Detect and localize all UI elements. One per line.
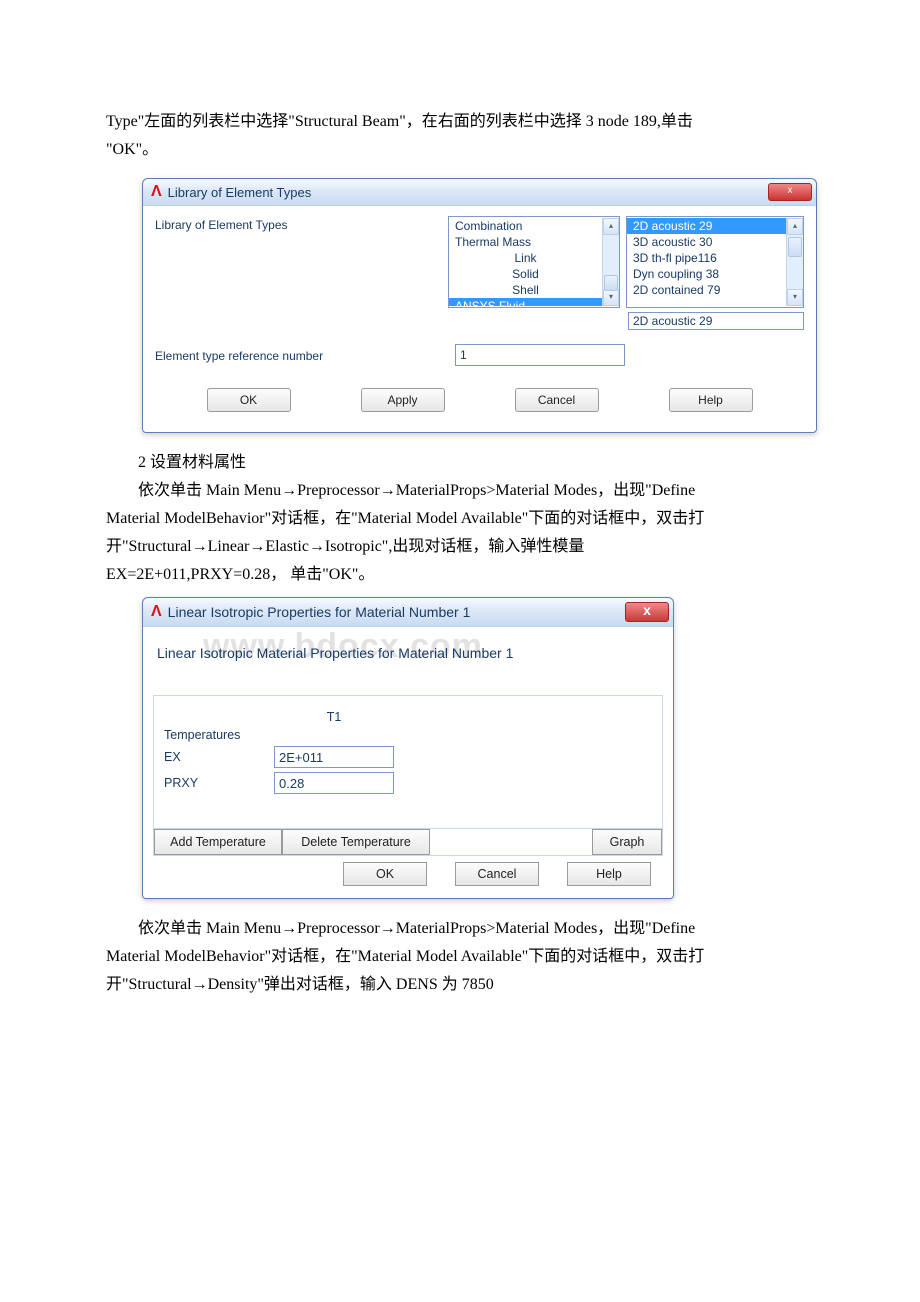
text: Type"左面的列表栏中选择"Structural Beam"，在右面的列表栏中… <box>106 113 693 130</box>
list-item[interactable]: 3D acoustic 30 <box>627 234 786 250</box>
list-item[interactable]: Shell <box>449 282 602 298</box>
cancel-button[interactable]: Cancel <box>515 388 599 412</box>
intro-paragraph-1: Type"左面的列表栏中选择"Structural Beam"，在右面的列表栏中… <box>106 110 814 134</box>
scrollbar[interactable]: ▴ ▾ <box>786 218 803 306</box>
add-temperature-button[interactable]: Add Temperature <box>154 829 282 855</box>
list-item[interactable]: Combination <box>449 218 602 234</box>
library-of-element-types-dialog: Λ Library of Element Types x Library of … <box>142 178 817 433</box>
text: 开"Structural→Density"弹出对话框，输入 DENS 为 785… <box>106 976 494 993</box>
paragraph-3c: 开"Structural→Density"弹出对话框，输入 DENS 为 785… <box>106 973 814 997</box>
list-item[interactable]: Thermal Mass <box>449 234 602 250</box>
dialog-title: Library of Element Types <box>168 185 312 200</box>
row-label-prxy: PRXY <box>164 776 274 790</box>
scroll-up-icon[interactable]: ▴ <box>787 218 803 235</box>
ok-button[interactable]: OK <box>207 388 291 412</box>
dialog-title: Linear Isotropic Properties for Material… <box>168 604 471 620</box>
text: 开"Structural→Linear→Elastic→Isotropic",出… <box>106 538 584 555</box>
scroll-up-icon[interactable]: ▴ <box>603 218 619 235</box>
list-item[interactable]: 2D acoustic 29 <box>627 218 786 234</box>
paragraph-2a: 依次单击 Main Menu→Preprocessor→MaterialProp… <box>106 479 814 503</box>
paragraph-3a: 依次单击 Main Menu→Preprocessor→MaterialProp… <box>106 917 814 941</box>
row-label-ex: EX <box>164 750 274 764</box>
scroll-down-icon[interactable]: ▾ <box>603 289 619 306</box>
ok-button[interactable]: OK <box>343 862 427 886</box>
text: EX=2E+011,PRXY=0.28， 单击"OK"。 <box>106 566 374 583</box>
cancel-button[interactable]: Cancel <box>455 862 539 886</box>
scrollbar-thumb[interactable] <box>788 237 802 257</box>
dialog-titlebar[interactable]: Λ Library of Element Types x <box>143 179 816 206</box>
selected-type-readout: 2D acoustic 29 <box>628 312 804 330</box>
paragraph-2c: 开"Structural→Linear→Elastic→Isotropic",出… <box>106 535 814 559</box>
text: 依次单击 Main Menu→Preprocessor→MaterialProp… <box>138 482 695 499</box>
intro-paragraph-1b: "OK"。 <box>106 138 814 162</box>
scrollbar[interactable]: ▴ ▾ <box>602 218 619 306</box>
list-item[interactable]: Solid <box>449 266 602 282</box>
paragraph-2d: EX=2E+011,PRXY=0.28， 单击"OK"。 <box>106 563 814 587</box>
text: Material ModelBehavior"对话框，在"Material Mo… <box>106 510 704 527</box>
dialog-subheader: Linear Isotropic Material Properties for… <box>153 633 663 663</box>
ref-number-label: Element type reference number <box>155 347 455 363</box>
apply-button[interactable]: Apply <box>361 388 445 412</box>
delete-temperature-button[interactable]: Delete Temperature <box>282 829 430 855</box>
paragraph-3b: Material ModelBehavior"对话框，在"Material Mo… <box>106 945 814 969</box>
type-listbox[interactable]: 2D acoustic 29 3D acoustic 30 3D th-fl p… <box>626 216 804 308</box>
list-item[interactable]: Link <box>449 250 602 266</box>
text: "OK"。 <box>106 141 158 158</box>
list-item[interactable]: Dyn coupling 38 <box>627 266 786 282</box>
app-logo-icon: Λ <box>151 183 162 201</box>
close-icon[interactable]: x <box>768 183 812 201</box>
list-item[interactable]: 3D th-fl pipe116 <box>627 250 786 266</box>
scroll-down-icon[interactable]: ▾ <box>787 289 803 306</box>
list-item[interactable]: ANSYS Fluid <box>449 298 602 306</box>
properties-panel: T1 Temperatures EX PRXY Add Temperature … <box>153 695 663 856</box>
help-button[interactable]: Help <box>567 862 651 886</box>
text: 2 设置材料属性 <box>138 454 246 471</box>
linear-isotropic-dialog: Λ Linear Isotropic Properties for Materi… <box>142 597 674 899</box>
category-listbox[interactable]: Combination Thermal Mass Link Solid Shel… <box>448 216 620 308</box>
library-label: Library of Element Types <box>155 216 448 232</box>
text: Material ModelBehavior"对话框，在"Material Mo… <box>106 948 704 965</box>
graph-button[interactable]: Graph <box>592 829 662 855</box>
ex-input[interactable] <box>274 746 394 768</box>
dialog-titlebar[interactable]: Λ Linear Isotropic Properties for Materi… <box>143 598 673 627</box>
list-item[interactable]: 2D contained 79 <box>627 282 786 298</box>
close-icon[interactable]: x <box>625 602 669 622</box>
column-header-t1: T1 <box>274 710 394 724</box>
scrollbar-thumb[interactable] <box>604 275 618 291</box>
text: 依次单击 Main Menu→Preprocessor→MaterialProp… <box>138 920 695 937</box>
help-button[interactable]: Help <box>669 388 753 412</box>
paragraph-2b: Material ModelBehavior"对话框，在"Material Mo… <box>106 507 814 531</box>
prxy-input[interactable] <box>274 772 394 794</box>
ref-number-input[interactable] <box>455 344 625 366</box>
app-logo-icon: Λ <box>151 603 162 621</box>
row-label-temperatures: Temperatures <box>164 728 274 742</box>
section-heading-2: 2 设置材料属性 <box>106 451 814 475</box>
